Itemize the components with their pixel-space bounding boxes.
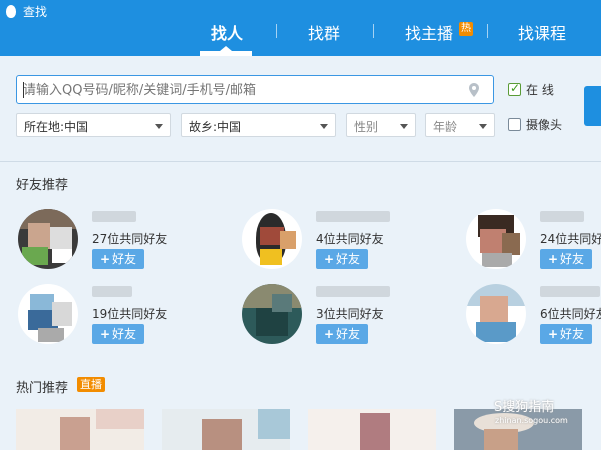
chevron-down-icon <box>479 124 487 129</box>
tab-find-group[interactable]: 找群 <box>308 20 340 44</box>
friend-card: 6位共同好友 + 好友 <box>466 284 601 350</box>
gender-select[interactable]: 性别 <box>346 113 416 137</box>
friend-card: 24位共同好友 +好友 <box>466 209 601 275</box>
online-label: 在 线 <box>526 83 554 97</box>
tab-find-streamer[interactable]: 找主播 <box>405 20 453 44</box>
search-input[interactable] <box>23 81 453 99</box>
avatar[interactable] <box>466 209 526 269</box>
live-thumbnail[interactable] <box>308 409 436 450</box>
gender-value: 性别 <box>354 120 379 134</box>
name-redacted <box>540 286 600 297</box>
title-bar: 查找 找人 找群 找主播 热 找课程 <box>0 0 601 56</box>
name-redacted <box>92 211 136 222</box>
qq-penguin-icon <box>4 4 18 19</box>
avatar[interactable] <box>242 209 302 269</box>
live-thumbnail[interactable] <box>16 409 144 450</box>
add-friend-button[interactable]: + 好友 <box>316 249 368 269</box>
text-cursor <box>23 82 24 98</box>
mutual-friends: 19位共同好友 <box>92 307 168 321</box>
friend-recommend-title: 好友推荐 <box>16 178 69 193</box>
chevron-down-icon <box>400 124 408 129</box>
mutual-friends: 24位共同好友 <box>540 232 601 246</box>
chevron-down-icon <box>155 124 163 129</box>
app-brand: 查找 <box>4 3 47 20</box>
name-redacted <box>316 286 390 297</box>
search-box[interactable] <box>16 75 494 104</box>
chevron-down-icon <box>320 124 328 129</box>
hot-badge: 热 <box>459 22 473 36</box>
window-title: 查找 <box>23 5 48 19</box>
avatar[interactable] <box>242 284 302 344</box>
add-friend-button[interactable]: + 好友 <box>92 249 144 269</box>
friend-card: 19位共同好友 + 好友 <box>18 284 218 350</box>
avatar[interactable] <box>18 284 78 344</box>
name-redacted <box>316 211 390 222</box>
age-select[interactable]: 年龄 <box>425 113 495 137</box>
add-friend-button[interactable]: + 好友 <box>540 324 592 344</box>
hometown-select[interactable]: 故乡:中国 <box>181 113 336 137</box>
camera-checkbox[interactable] <box>508 118 521 131</box>
watermark-url: zhinan.sogou.com <box>495 416 568 425</box>
friend-card: 3位共同好友 + 好友 <box>242 284 442 350</box>
hometown-value: 故乡:中国 <box>189 120 242 134</box>
mutual-friends: 6位共同好友 <box>540 307 601 321</box>
online-checkbox[interactable] <box>508 81 521 96</box>
name-redacted <box>540 211 584 222</box>
age-value: 年龄 <box>433 120 458 134</box>
add-friend-button[interactable]: + 好友 <box>316 324 368 344</box>
friend-card: 27位共同好友 + 好友 <box>18 209 218 275</box>
location-value: 所在地:中国 <box>24 120 89 134</box>
add-friend-button[interactable]: + 好友 <box>540 249 592 269</box>
hot-recommend-title: 热门推荐 <box>16 381 69 396</box>
location-select[interactable]: 所在地:中国 <box>16 113 171 137</box>
avatar[interactable] <box>18 209 78 269</box>
location-pin-icon[interactable] <box>469 83 479 97</box>
name-redacted <box>92 286 132 297</box>
tab-divider <box>487 24 488 38</box>
mutual-friends: 27位共同好友 <box>92 232 168 246</box>
tab-divider <box>276 24 277 38</box>
live-thumbnail[interactable] <box>162 409 290 450</box>
watermark-text: S搜狗指南 <box>494 400 555 415</box>
active-tab-indicator <box>200 46 252 56</box>
avatar[interactable] <box>466 284 526 344</box>
friend-card: 4位共同好友 + 好友 <box>242 209 442 275</box>
section-divider <box>0 161 601 162</box>
live-badge: 直播 <box>77 377 105 392</box>
tab-find-people[interactable]: 找人 <box>211 20 243 44</box>
mutual-friends: 3位共同好友 <box>316 307 384 321</box>
tab-divider <box>373 24 374 38</box>
tab-find-course[interactable]: 找课程 <box>518 20 566 44</box>
add-friend-button[interactable]: + 好友 <box>92 324 144 344</box>
mutual-friends: 4位共同好友 <box>316 232 384 246</box>
search-button[interactable] <box>584 86 601 126</box>
camera-label: 摄像头 <box>526 118 563 132</box>
